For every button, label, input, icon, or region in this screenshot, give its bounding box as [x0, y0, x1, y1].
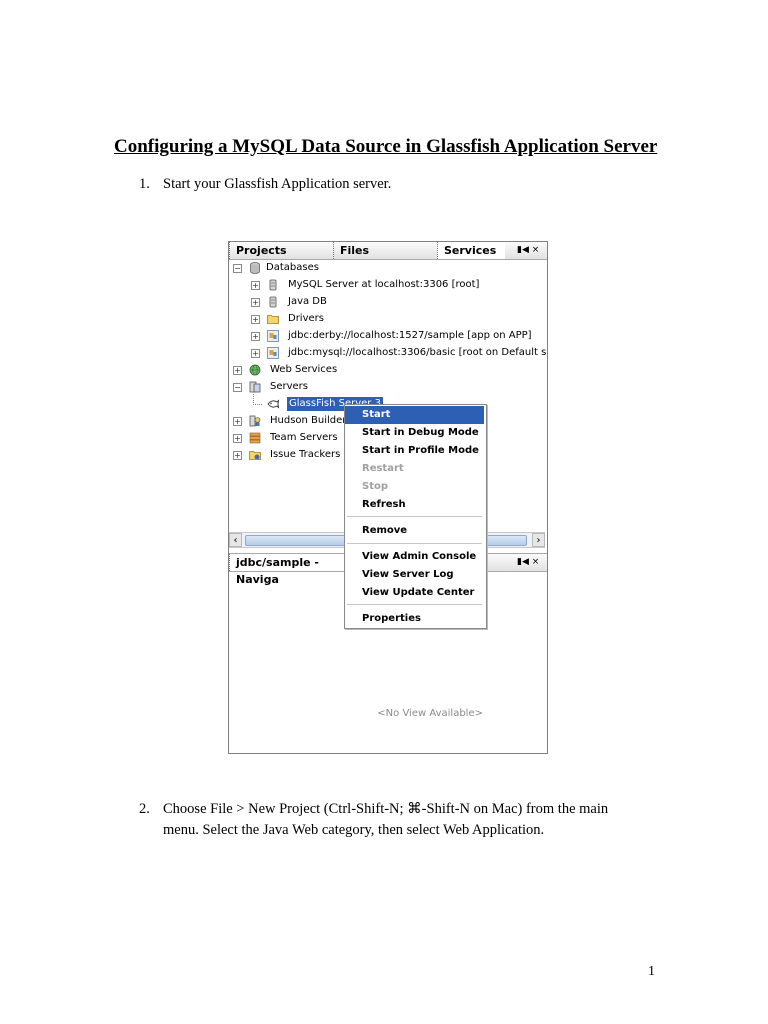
expand-icon[interactable]: + [233, 366, 242, 375]
scroll-right-icon[interactable]: › [532, 533, 545, 547]
glassfish-icon [267, 399, 279, 409]
expand-icon[interactable]: + [233, 451, 242, 460]
menu-item-start-profile[interactable]: Start in Profile Mode [345, 442, 484, 460]
page-number: 1 [648, 964, 655, 979]
hudson-icon [249, 415, 261, 427]
tree-connector [253, 394, 262, 405]
menu-item-restart: Restart [362, 463, 404, 474]
scroll-left-icon[interactable]: ‹ [229, 533, 242, 547]
menu-item-refresh[interactable]: Refresh [345, 496, 484, 514]
menu-separator [347, 604, 482, 605]
tree-label: MySQL Server at localhost:3306 [root] [288, 279, 480, 290]
tab-services[interactable]: Services [437, 242, 505, 259]
db-server-icon [269, 296, 277, 308]
tree-label: Team Servers [270, 432, 338, 443]
menu-item-remove[interactable]: Remove [345, 522, 484, 540]
folder-icon [267, 315, 279, 324]
menu-separator [347, 543, 482, 544]
issue-trackers-icon [249, 451, 261, 460]
tab-controls[interactable]: ▮◀ × [517, 242, 539, 259]
collapse-icon[interactable]: − [233, 264, 242, 273]
no-view-available-text: <No View Available> [377, 708, 483, 719]
expand-icon[interactable]: + [251, 315, 260, 324]
expand-icon[interactable]: + [233, 417, 242, 426]
step-text-line-1: Choose File > New Project (Ctrl-Shift-N;… [163, 801, 609, 817]
step-text: Start your Glassfish Application server. [163, 176, 392, 192]
tab-files[interactable]: Files [333, 242, 437, 259]
tree-label: jdbc:derby://localhost:1527/sample [app … [288, 330, 532, 341]
menu-item-view-update-center[interactable]: View Update Center [345, 584, 484, 602]
menu-item-view-server-log[interactable]: View Server Log [345, 566, 484, 584]
tree-label: Hudson Builders [270, 415, 352, 426]
expand-icon[interactable]: + [251, 281, 260, 290]
tree-label: jdbc:mysql://localhost:3306/basic [root … [288, 347, 548, 358]
tab-navigator[interactable]: jdbc/sample - Naviga [229, 554, 359, 586]
expand-icon[interactable]: + [251, 298, 260, 307]
navigator-tab-controls[interactable]: ▮◀ × [517, 554, 539, 571]
menu-separator [347, 516, 482, 517]
expand-icon[interactable]: + [233, 434, 242, 443]
tree-label: Drivers [288, 313, 324, 324]
tree-label: Java DB [288, 296, 327, 307]
step-number: 1. [139, 176, 150, 192]
server-context-menu: Start Start in Debug Mode Start in Profi… [344, 404, 487, 629]
tree-label: Web Services [270, 364, 338, 375]
web-services-icon [249, 364, 261, 376]
db-server-icon [269, 279, 277, 291]
expand-icon[interactable]: + [251, 332, 260, 341]
expand-icon[interactable]: + [251, 349, 260, 358]
connection-icon [267, 330, 279, 342]
step-number: 2. [139, 801, 150, 817]
panel-tab-bar: Projects Files Services ▮◀ × [229, 242, 547, 260]
menu-item-start-debug[interactable]: Start in Debug Mode [345, 424, 484, 442]
servers-icon [249, 381, 261, 393]
tree-label: Databases [266, 262, 319, 273]
menu-item-stop: Stop [362, 481, 389, 492]
tab-projects[interactable]: Projects [229, 242, 333, 259]
document-title: Configuring a MySQL Data Source in Glass… [114, 136, 658, 157]
menu-item-properties[interactable]: Properties [345, 610, 484, 628]
database-icon [250, 262, 260, 274]
collapse-icon[interactable]: − [233, 383, 242, 392]
team-servers-icon [249, 432, 261, 444]
menu-item-start[interactable]: Start [345, 406, 484, 424]
tree-label: Issue Trackers [270, 449, 341, 460]
menu-item-view-admin-console[interactable]: View Admin Console [345, 548, 484, 566]
connection-icon [267, 347, 279, 359]
step-text-line-2: menu. Select the Java Web category, then… [163, 822, 545, 838]
tree-label: Servers [270, 381, 309, 392]
